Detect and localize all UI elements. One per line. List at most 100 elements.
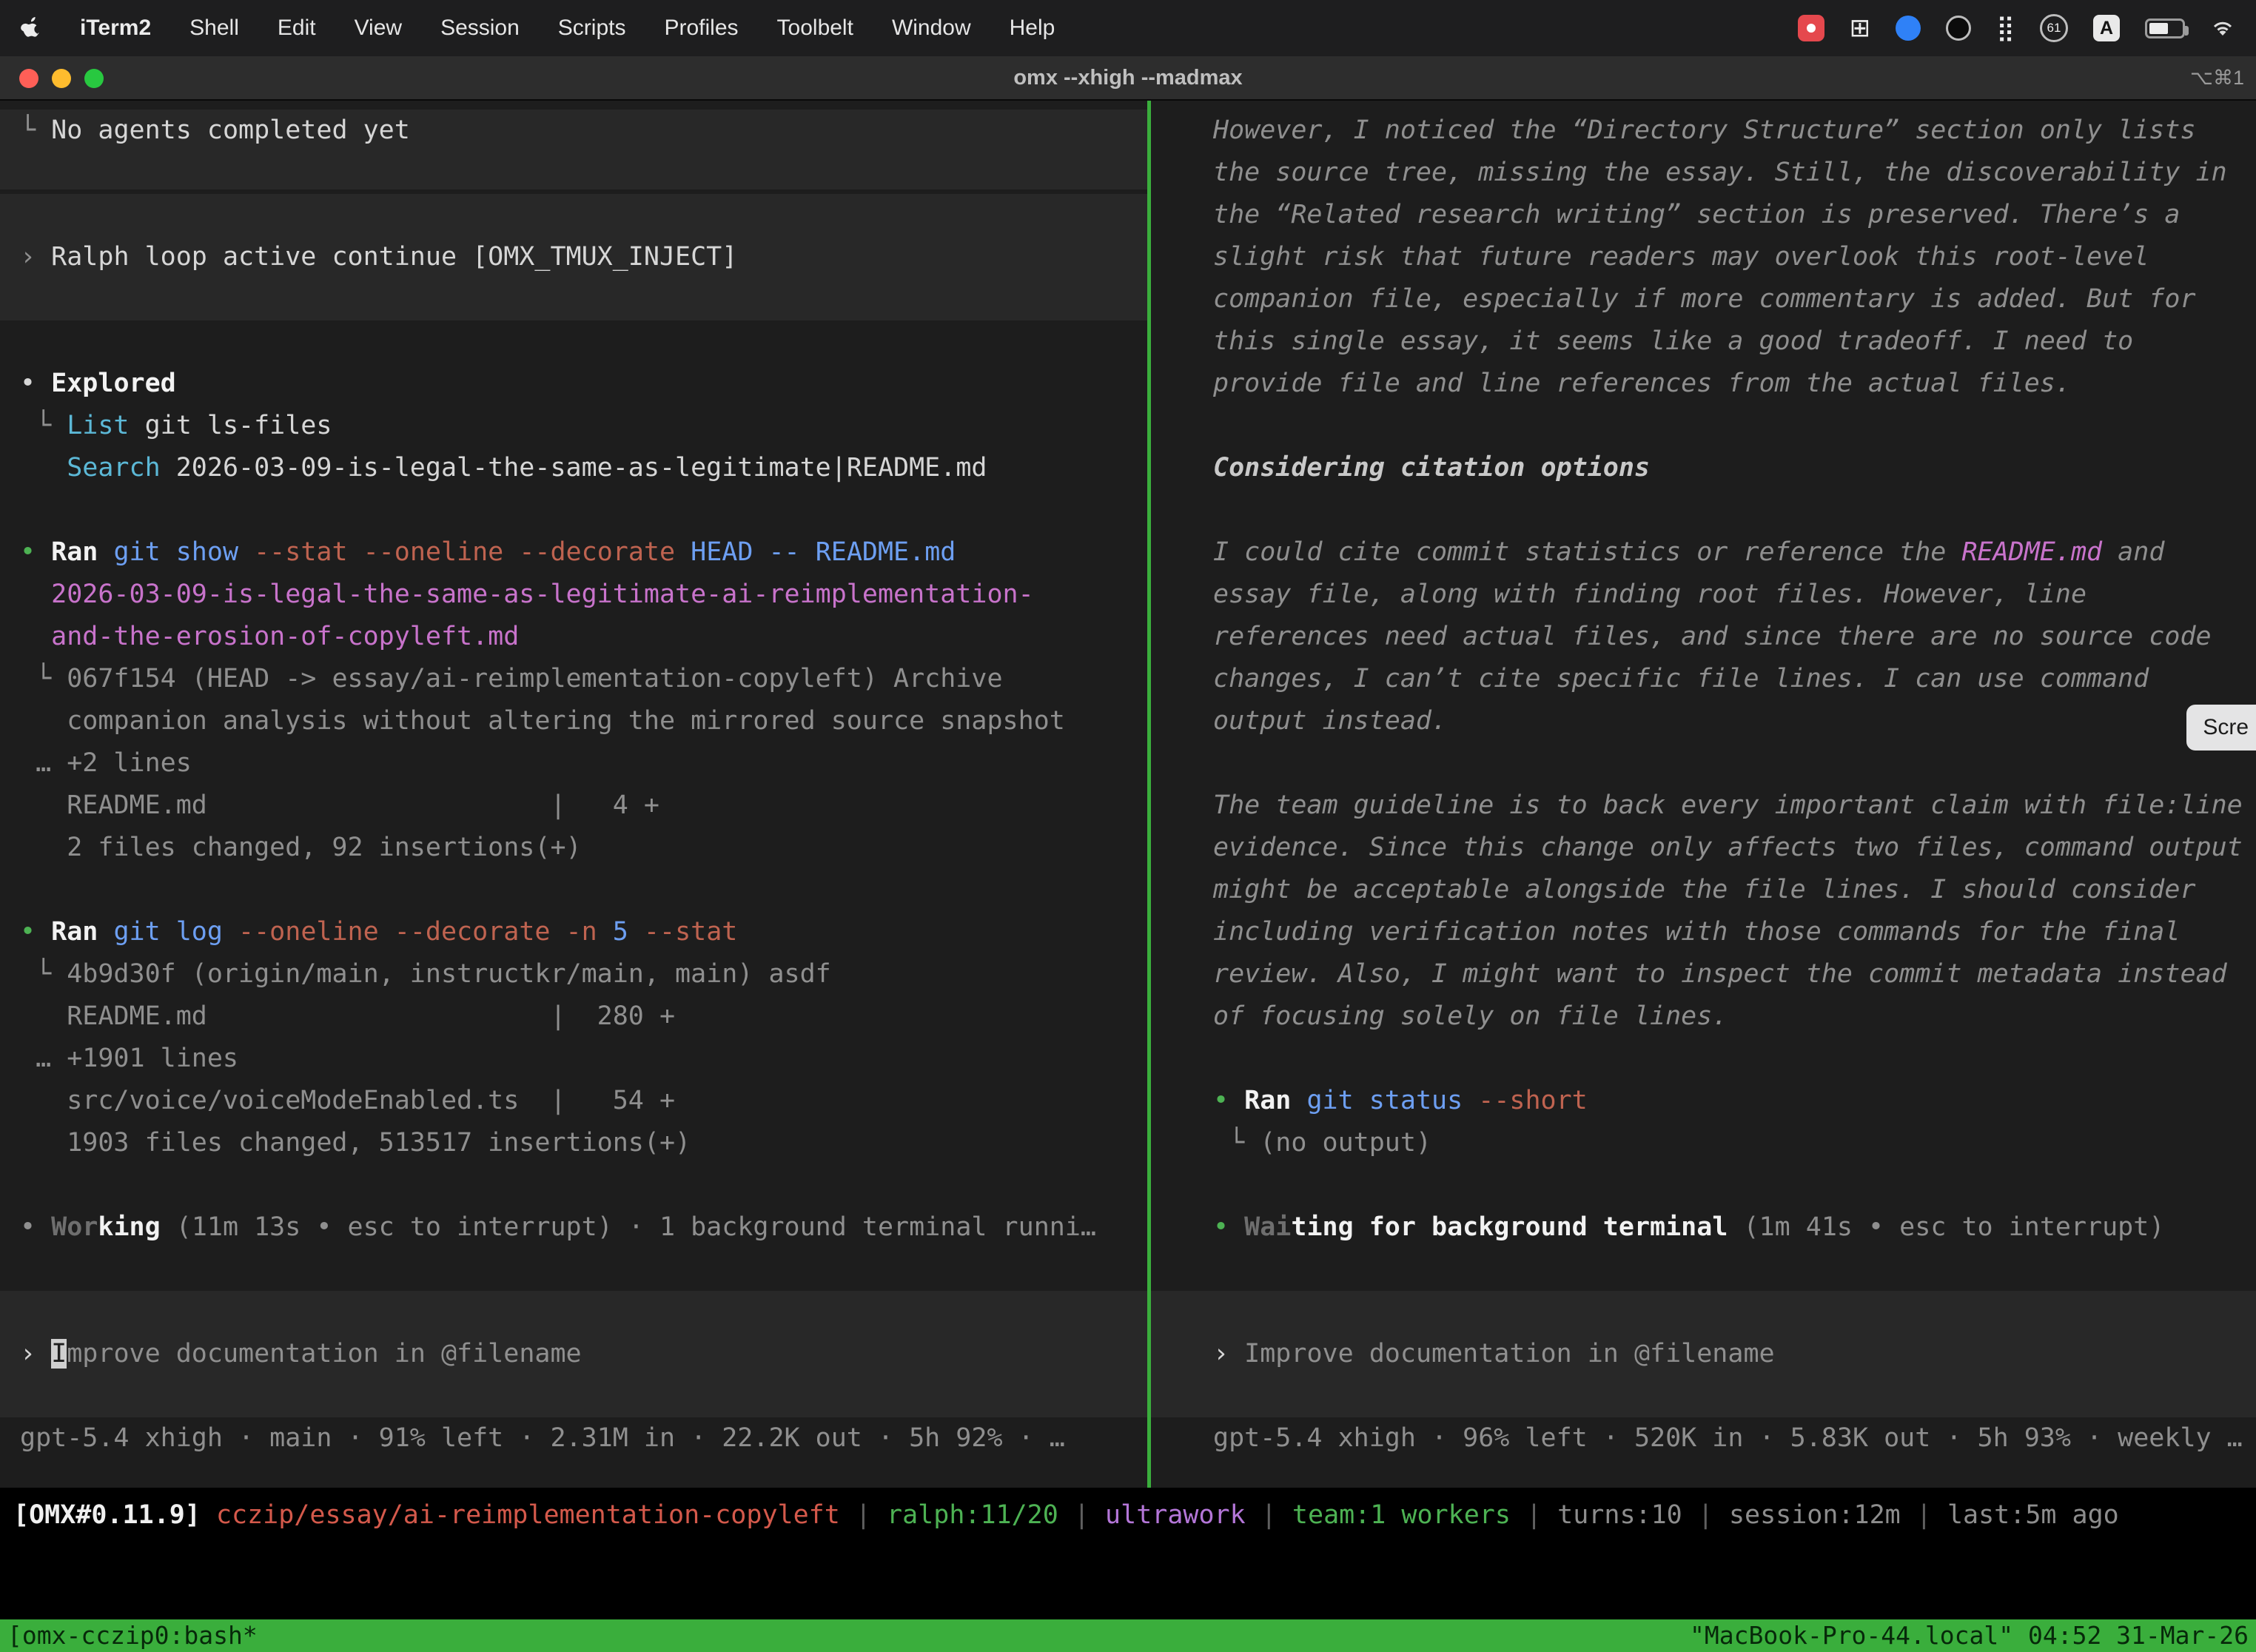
terminal-line: The team guideline is to back every impo… <box>1213 785 2256 827</box>
menu-item-help[interactable]: Help <box>1010 16 1055 41</box>
ralph-loop-banner: › Ralph loop active continue [OMX_TMUX_I… <box>0 189 1147 320</box>
terminal-line: review. Also, I might want to inspect th… <box>1213 953 2256 995</box>
menu-item-edit[interactable]: Edit <box>278 16 316 41</box>
window-grid-icon[interactable]: ⊞ <box>1850 13 1871 43</box>
tmux-session-window[interactable]: [omx-cczip0:bash* <box>7 1619 258 1652</box>
menu-item-profiles[interactable]: Profiles <box>664 16 738 41</box>
terminal-line: gpt-5.4 xhigh · main · 91% left · 2.31M … <box>20 1417 1147 1460</box>
terminal-line: • Ran git log --oneline --decorate -n 5 … <box>20 911 1147 953</box>
gauge-value: 61 <box>2047 21 2061 36</box>
terminal-line: evidence. Since this change only affects… <box>1213 827 2256 869</box>
menu-app-name[interactable]: iTerm2 <box>80 16 151 41</box>
window-title-bar: omx --xhigh --madmax ⌥⌘1 <box>0 56 2256 101</box>
terminal-line <box>1213 489 2256 531</box>
menu-bar-status-area: ⊞ ⣿ 61 A <box>1798 13 2235 43</box>
terminal-line: • Waiting for background terminal (1m 41… <box>1213 1206 2256 1249</box>
terminal-line <box>20 1375 1147 1417</box>
input-source-label: A <box>2100 18 2113 39</box>
menu-items: Shell Edit View Session Scripts Profiles Toolb… <box>189 16 1055 41</box>
menu-item-toolbelt[interactable]: Toolbelt <box>777 16 853 41</box>
window-shortcut-badge: ⌥⌘1 <box>2190 56 2244 99</box>
menu-item-window[interactable]: Window <box>892 16 971 41</box>
apple-menu-icon[interactable] <box>21 16 41 40</box>
terminal-line <box>20 1291 1147 1333</box>
prompt-input-box[interactable]: › Improve documentation in @filename <box>0 1291 1147 1417</box>
menu-item-scripts[interactable]: Scripts <box>558 16 626 41</box>
reasoning-log: However, I noticed the “Directory Struct… <box>1151 110 2256 1291</box>
right-pane-content: However, I noticed the “Directory Struct… <box>1151 101 2256 1460</box>
tmux-host-clock: "MacBook-Pro-44.local" 04:52 31-Mar-26 <box>1690 1619 2249 1652</box>
terminal-line: provide file and line references from th… <box>1213 363 2256 405</box>
previous-output-box: └ No agents completed yet <box>0 110 1147 194</box>
session-log: • Explored └ List git ls-files Search 20… <box>0 320 1147 1291</box>
terminal-line: › Ralph loop active continue [OMX_TMUX_I… <box>20 236 1147 278</box>
gauge-icon[interactable]: 61 <box>2040 14 2068 42</box>
menu-item-view[interactable]: View <box>355 16 402 41</box>
terminal-line <box>1213 742 2256 785</box>
terminal-line: … +2 lines <box>20 742 1147 785</box>
terminal-line <box>1213 1164 2256 1206</box>
traffic-lights <box>19 69 104 88</box>
wifi-icon[interactable] <box>2210 18 2235 38</box>
terminal-line: Search 2026-03-09-is-legal-the-same-as-l… <box>20 447 1147 489</box>
window-title: omx --xhigh --madmax <box>0 56 2256 99</box>
battery-icon[interactable] <box>2145 19 2185 38</box>
close-window-button[interactable] <box>19 69 38 88</box>
battery-nub <box>2185 26 2189 36</box>
terminal-window: └ No agents completed yet › Ralph loop a… <box>0 101 2256 1652</box>
terminal-line: • Explored <box>20 363 1147 405</box>
macos-menu-bar: iTerm2 Shell Edit View Session Scripts Profil… <box>0 0 2256 56</box>
terminal-line <box>20 194 1147 236</box>
terminal-line: 2026-03-09-is-legal-the-same-as-legitima… <box>20 574 1147 616</box>
terminal-line <box>20 320 1147 363</box>
terminal-line <box>20 1249 1147 1291</box>
minimize-window-button[interactable] <box>52 69 71 88</box>
terminal-pane-right[interactable]: However, I noticed the “Directory Struct… <box>1151 101 2256 1488</box>
prompt-input-box[interactable]: › Improve documentation in @filename <box>1151 1291 2256 1417</box>
terminal-line: might be acceptable alongside the file l… <box>1213 869 2256 911</box>
terminal-line: 2 files changed, 92 insertions(+) <box>20 827 1147 869</box>
terminal-line <box>20 869 1147 911</box>
input-source-icon[interactable]: A <box>2093 15 2120 41</box>
dark-app-icon[interactable] <box>1946 16 1971 41</box>
terminal-line: of focusing solely on file lines. <box>1213 995 2256 1038</box>
terminal-line: └ List git ls-files <box>20 405 1147 447</box>
terminal-line: including verification notes with those … <box>1213 911 2256 953</box>
terminal-line: output instead. <box>1213 700 2256 742</box>
terminal-line <box>20 152 1147 194</box>
terminal-line: this single essay, it seems like a good … <box>1213 320 2256 363</box>
terminal-line: companion analysis without altering the … <box>20 700 1147 742</box>
omx-footer: [OMX#0.11.9] cczip/essay/ai-reimplementa… <box>0 1488 2256 1652</box>
terminal-line <box>20 489 1147 531</box>
menu-item-session[interactable]: Session <box>440 16 520 41</box>
terminal-line: • Ran git status --short <box>1213 1080 2256 1122</box>
usage-status-line: gpt-5.4 xhigh · main · 91% left · 2.31M … <box>0 1417 1147 1460</box>
terminal-line: • Ran git show --stat --oneline --decora… <box>20 531 1147 574</box>
terminal-line: › Improve documentation in @filename <box>20 1333 1147 1375</box>
screen-recording-indicator[interactable] <box>1798 15 1824 41</box>
terminal-line: └ 4b9d30f (origin/main, instructkr/main,… <box>20 953 1147 995</box>
terminal-line: Considering citation options <box>1213 447 2256 489</box>
screen-edge-button[interactable]: Scre <box>2186 705 2256 751</box>
terminal-line: 1903 files changed, 513517 insertions(+) <box>20 1122 1147 1164</box>
terminal-line: references need actual files, and since … <box>1213 616 2256 658</box>
terminal-line <box>20 1164 1147 1206</box>
app-grid-dots-icon[interactable]: ⣿ <box>1996 13 2015 43</box>
usage-status-line: gpt-5.4 xhigh · 96% left · 520K in · 5.8… <box>1151 1417 2256 1460</box>
menu-bar-left: iTerm2 Shell Edit View Session Scripts Profil… <box>21 16 1055 41</box>
terminal-line: However, I noticed the “Directory Struct… <box>1213 110 2256 152</box>
terminal-line: └ No agents completed yet <box>20 110 1147 152</box>
terminal-line <box>1213 405 2256 447</box>
zoom-window-button[interactable] <box>84 69 104 88</box>
terminal-pane-left[interactable]: └ No agents completed yet › Ralph loop a… <box>0 101 1147 1488</box>
terminal-line <box>1213 1291 2256 1333</box>
terminal-line <box>20 278 1147 320</box>
terminal-line: I could cite commit statistics or refere… <box>1213 531 2256 574</box>
menu-item-shell[interactable]: Shell <box>189 16 239 41</box>
blue-app-icon[interactable] <box>1896 16 1921 41</box>
terminal-line <box>1213 1375 2256 1417</box>
terminal-line: and-the-erosion-of-copyleft.md <box>20 616 1147 658</box>
terminal-line <box>1213 1249 2256 1291</box>
omx-status-line: [OMX#0.11.9] cczip/essay/ai-reimplementa… <box>0 1488 2256 1534</box>
terminal-line: gpt-5.4 xhigh · 96% left · 520K in · 5.8… <box>1213 1417 2256 1460</box>
